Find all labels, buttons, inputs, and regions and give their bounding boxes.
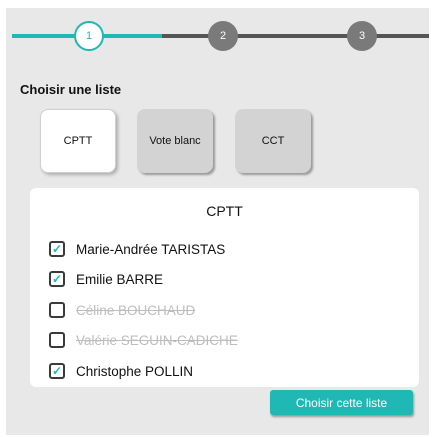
candidate-checkbox[interactable]: ✓ (49, 271, 65, 287)
checkmark-icon: ✓ (51, 242, 63, 256)
candidate-row: Valérie SEGUIN-CADICHE (49, 330, 238, 350)
list-option-cptt[interactable]: CPTT (40, 109, 116, 173)
candidate-name: Marie-Andrée TARISTAS (76, 241, 226, 257)
candidate-name: Céline BOUCHAUD (76, 302, 196, 318)
ballot-frame: 1 2 3 Choisir une liste CPTT Vote blanc … (6, 8, 429, 435)
choose-list-label: Choisir une liste (20, 82, 122, 97)
choose-list-button[interactable]: Choisir cette liste (270, 390, 413, 415)
step-2: 2 (208, 21, 238, 51)
candidate-name: Valérie SEGUIN-CADICHE (76, 332, 238, 348)
candidate-row: ✓ Christophe POLLIN (49, 361, 193, 381)
candidate-row: ✓ Emilie BARRE (49, 269, 163, 289)
candidate-checkbox[interactable]: ✓ (49, 363, 65, 379)
candidate-list-panel: CPTT ✓ Marie-Andrée TARISTAS ✓ Emilie BA… (30, 188, 419, 387)
candidate-name: Christophe POLLIN (76, 363, 194, 379)
candidate-checkbox[interactable] (49, 302, 65, 318)
candidate-name: Emilie BARRE (76, 271, 164, 287)
progress-stepper: 1 2 3 (6, 8, 429, 60)
checkmark-icon: ✓ (51, 272, 63, 286)
list-option-cct[interactable]: CCT (235, 109, 311, 173)
candidate-checkbox[interactable] (49, 332, 65, 348)
step-1: 1 (74, 21, 104, 51)
list-option-vote-blanc[interactable]: Vote blanc (137, 109, 213, 173)
checkmark-icon: ✓ (51, 364, 63, 378)
step-3: 3 (347, 21, 377, 51)
panel-title: CPTT (206, 203, 243, 219)
candidate-row: ✓ Marie-Andrée TARISTAS (49, 239, 225, 259)
candidate-checkbox[interactable]: ✓ (49, 241, 65, 257)
candidate-row: Céline BOUCHAUD (49, 300, 195, 320)
